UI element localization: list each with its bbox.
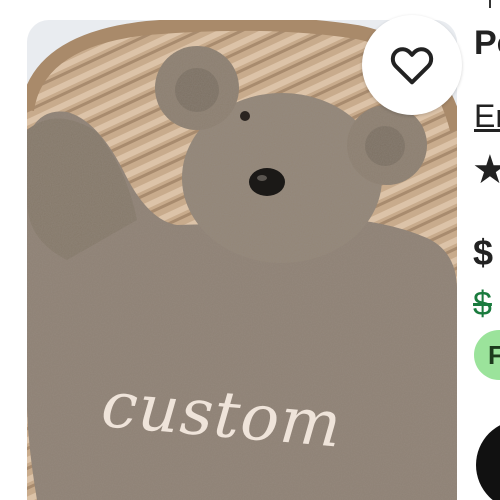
current-price: $ xyxy=(473,232,494,273)
shipping-badge: F xyxy=(474,330,500,380)
heart-outline-icon xyxy=(390,47,434,85)
listing-title[interactable]: Po xyxy=(474,24,500,63)
star-icon: ★ xyxy=(472,148,500,192)
favorite-button[interactable] xyxy=(362,15,462,115)
add-to-cart-button[interactable] xyxy=(476,420,500,500)
shop-name-link[interactable]: Er xyxy=(474,98,500,135)
original-price: $ xyxy=(473,285,492,323)
listing-info-panel: Po Er ★ $ $ F xyxy=(470,0,500,500)
shipping-badge-label: F xyxy=(488,340,500,370)
